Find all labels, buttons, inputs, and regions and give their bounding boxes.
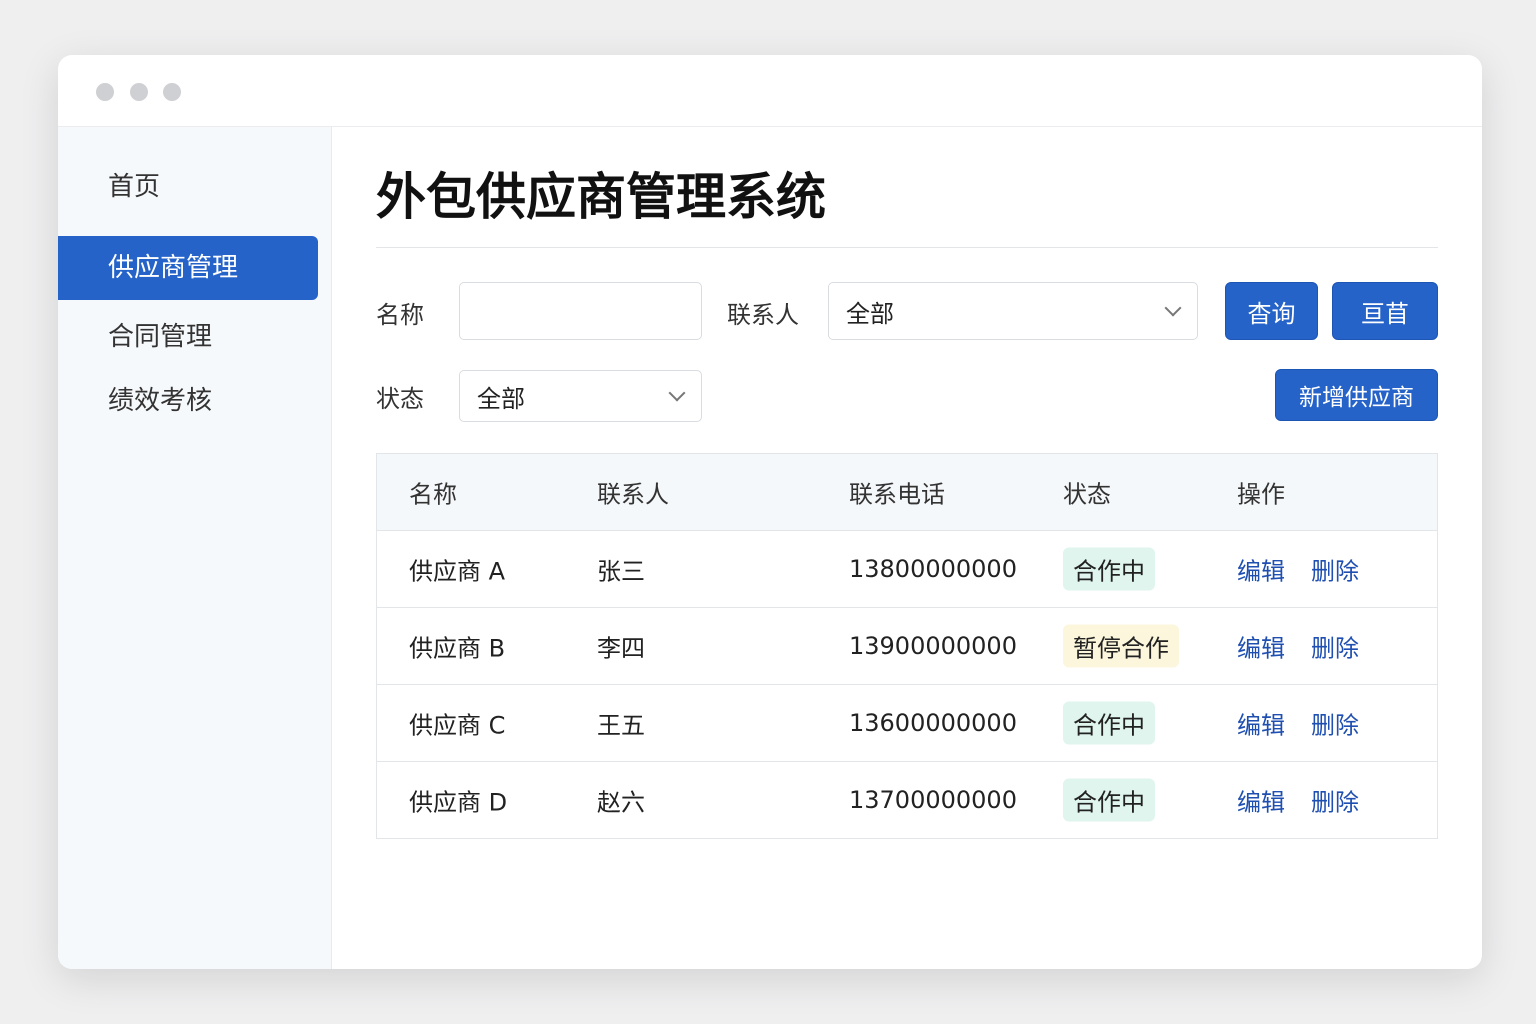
header-name: 名称 xyxy=(409,480,457,509)
contact-name: 张三 xyxy=(597,557,645,586)
title-bar xyxy=(58,55,1482,127)
status-select[interactable]: 全部 xyxy=(459,370,702,422)
contact-label: 联系人 xyxy=(727,301,799,329)
chevron-down-icon xyxy=(668,384,686,402)
edit-link[interactable]: 编辑 xyxy=(1237,629,1285,664)
table-row: 供应商 B 李四 13900000000 暂停合作 编辑 删除 xyxy=(377,607,1437,684)
status-badge: 暂停合作 xyxy=(1063,624,1179,668)
supplier-name: 供应商 D xyxy=(409,788,508,817)
header-contact: 联系人 xyxy=(597,480,669,509)
delete-link[interactable]: 删除 xyxy=(1311,783,1359,818)
table-row: 供应商 D 赵六 13700000000 合作中 编辑 删除 xyxy=(377,761,1437,838)
header-status: 状态 xyxy=(1063,480,1111,509)
sidebar-item-suppliers[interactable]: 供应商管理 xyxy=(58,236,318,300)
delete-link[interactable]: 删除 xyxy=(1311,706,1359,741)
phone-number: 13900000000 xyxy=(849,632,1017,660)
header-phone: 联系电话 xyxy=(849,480,945,509)
supplier-name: 供应商 B xyxy=(409,634,506,663)
contact-name: 王五 xyxy=(597,711,645,740)
chevron-down-icon xyxy=(1164,299,1182,317)
add-supplier-button[interactable]: 新增供应商 xyxy=(1275,369,1438,421)
table-row: 供应商 A 张三 13800000000 合作中 编辑 删除 xyxy=(377,530,1437,607)
window-minimize-icon[interactable] xyxy=(130,83,148,101)
name-label: 名称 xyxy=(376,301,424,329)
search-button[interactable]: 杳询 xyxy=(1225,282,1318,340)
delete-link[interactable]: 删除 xyxy=(1311,629,1359,664)
status-badge: 合作中 xyxy=(1063,778,1155,822)
sidebar: 首页 供应商管理 合同管理 绩效考核 xyxy=(58,127,332,969)
app-window: 首页 供应商管理 合同管理 绩效考核 外包供应商管理系统 名称 联系人 全部 杳… xyxy=(58,55,1482,969)
status-label: 状态 xyxy=(376,385,424,413)
supplier-name: 供应商 C xyxy=(409,711,506,740)
phone-number: 13600000000 xyxy=(849,709,1017,737)
edit-link[interactable]: 编辑 xyxy=(1237,706,1285,741)
contact-name: 赵六 xyxy=(597,788,645,817)
reset-button[interactable]: 亘苜 xyxy=(1332,282,1438,340)
status-badge: 合作中 xyxy=(1063,547,1155,591)
contact-select[interactable]: 全部 xyxy=(828,282,1198,340)
sidebar-item-contracts[interactable]: 合同管理 xyxy=(58,305,318,369)
status-badge: 合作中 xyxy=(1063,701,1155,745)
table-header: 名称 联系人 联系电话 状态 操作 xyxy=(377,454,1437,530)
divider xyxy=(376,247,1438,248)
edit-link[interactable]: 编辑 xyxy=(1237,783,1285,818)
sidebar-item-performance[interactable]: 绩效考核 xyxy=(58,369,318,433)
window-maximize-icon[interactable] xyxy=(163,83,181,101)
header-actions: 操作 xyxy=(1237,480,1285,509)
name-input[interactable] xyxy=(459,282,702,340)
phone-number: 13800000000 xyxy=(849,555,1017,583)
phone-number: 13700000000 xyxy=(849,786,1017,814)
status-select-value: 全部 xyxy=(477,384,525,413)
sidebar-item-home[interactable]: 首页 xyxy=(58,155,318,219)
window-close-icon[interactable] xyxy=(96,83,114,101)
contact-select-value: 全部 xyxy=(846,299,894,328)
supplier-name: 供应商 A xyxy=(409,557,506,586)
delete-link[interactable]: 删除 xyxy=(1311,552,1359,587)
supplier-table: 名称 联系人 联系电话 状态 操作 供应商 A 张三 13800000000 合… xyxy=(376,453,1438,839)
edit-link[interactable]: 编辑 xyxy=(1237,552,1285,587)
table-row: 供应商 C 王五 13600000000 合作中 编辑 删除 xyxy=(377,684,1437,761)
page-title: 外包供应商管理系统 xyxy=(376,168,826,226)
contact-name: 李四 xyxy=(597,634,645,663)
